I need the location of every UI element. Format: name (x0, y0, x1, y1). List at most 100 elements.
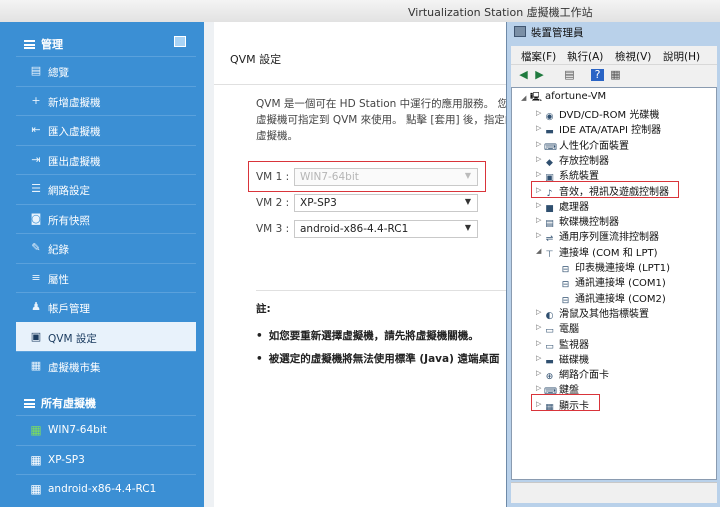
sidebar-section-vms[interactable]: 所有虛擬機 (10, 387, 196, 415)
import-icon: ⇤ (31, 123, 41, 136)
menu-help[interactable]: 說明(H) (663, 49, 700, 64)
tree-node-label: 通用序列匯流排控制器 (559, 232, 659, 244)
sidebar-section-manage[interactable]: 管理 (10, 28, 196, 56)
sidebar-item[interactable]: + 新增虛擬機 (16, 85, 196, 115)
description: QVM 是一個可在 HD Station 中運行的應用服務。 您 虛擬機可指定到… (256, 96, 506, 144)
menu-action[interactable]: 執行(A) (567, 49, 603, 64)
note-item: 被選定的虛擬機將無法使用標準 (Java) 遠端桌面 (256, 351, 506, 366)
tree-node[interactable]: ▬ IDE ATA/ATAPI 控制器 (544, 121, 661, 137)
sidebar-item[interactable]: ⇤ 匯入虛擬機 (16, 115, 196, 144)
sidebar-vm-item[interactable]: ▦ WIN7-64bit (16, 415, 196, 444)
sidebar-item[interactable]: ▤ 總覽 (16, 56, 196, 85)
tree-node[interactable]: ▤ 軟碟機控制器 (544, 213, 619, 229)
device-tree: ◢ 🖳 afortune-VM ▷ ◉ DVD/CD-ROM 光碟機 ▷ ▬ IDE ATA… (511, 87, 717, 480)
expand-arrow-icon[interactable]: ▷ (536, 323, 541, 331)
toolbar: ◀ ▶ ▤ ? ▦ (511, 64, 717, 87)
collapse-arrow-icon[interactable]: ◢ (536, 247, 541, 255)
tree-node-label: 滑鼠及其他指標裝置 (559, 308, 649, 320)
tree-node-label: 通訊連接埠 (COM2) (575, 293, 666, 305)
tree-node[interactable]: ◉ DVD/CD-ROM 光碟機 (544, 106, 660, 122)
back-icon[interactable]: ◀ (517, 69, 530, 81)
tree-node[interactable]: ⊤ 連接埠 (COM 和 LPT) (544, 244, 658, 260)
tree-node[interactable]: ▭ 監視器 (544, 336, 589, 352)
sidebar-item-label: 虛擬機市集 (48, 362, 101, 374)
tree-node-label: 網路介面卡 (559, 370, 609, 382)
tree-node[interactable]: ⌨ 人性化介面裝置 (544, 137, 629, 153)
tree-node[interactable]: ⊟ 通訊連接埠 (COM2) (560, 290, 666, 306)
expand-arrow-icon[interactable]: ▷ (536, 354, 541, 362)
sidebar-item[interactable]: ▣ QVM 設定 (16, 321, 196, 351)
tree-node[interactable]: ◆ 存放控制器 (544, 152, 609, 168)
collapse-arrow-icon[interactable]: ◢ (521, 94, 526, 102)
vm-select[interactable]: XP-SP3 ▼ (294, 194, 478, 212)
sidebar-item-label: QVM 設定 (48, 332, 97, 345)
tree-node[interactable]: ▭ 電腦 (544, 320, 579, 336)
menu-view[interactable]: 檢視(V) (615, 49, 651, 64)
qvm-icon: ▣ (30, 329, 42, 343)
expand-arrow-icon[interactable]: ▷ (536, 308, 541, 316)
overview-icon: ▤ (30, 64, 42, 77)
page-title: QVM 設定 (230, 53, 282, 66)
tree-node-label: 監視器 (559, 339, 589, 351)
market-icon: ▦ (30, 359, 42, 372)
note-item: 如您要重新選擇虛擬機，請先將虛擬機關機。 (256, 328, 506, 343)
qvm-settings-panel: QVM 設定 QVM 是一個可在 HD Station 中運行的應用服務。 您 … (214, 22, 506, 507)
sidebar-item[interactable]: ♟ 帳戶管理 (16, 292, 196, 321)
tree-node-label: 通訊連接埠 (COM1) (575, 278, 666, 290)
expand-arrow-icon[interactable]: ▷ (536, 369, 541, 377)
description-line: QVM 是一個可在 HD Station 中運行的應用服務。 您 (256, 98, 506, 110)
expand-arrow-icon[interactable]: ▷ (536, 384, 541, 392)
tree-root-label: afortune-VM (545, 91, 607, 102)
sidebar-item[interactable]: ◙ 所有快照 (16, 203, 196, 233)
port-icon: ⊤ (545, 249, 554, 260)
vm-row: VM 2 : XP-SP3 ▼ (256, 194, 496, 214)
users-icon: ♟ (31, 300, 41, 313)
sidebar-item[interactable]: ▦ 虛擬機市集 (16, 351, 196, 380)
window-title-bar: Virtualization Station 虛擬機工作站 (0, 0, 720, 23)
properties-view-icon[interactable]: ▤ (563, 69, 576, 81)
tree-root[interactable]: 🖳 afortune-VM (530, 91, 606, 106)
sidebar-section-vms-label: 所有虛擬機 (41, 397, 96, 410)
sidebar-item-label: 匯入虛擬機 (48, 126, 101, 138)
help-icon[interactable]: ? (591, 69, 604, 81)
panel-divider (204, 22, 214, 507)
expand-arrow-icon[interactable]: ▷ (536, 339, 541, 347)
tree-node[interactable]: ◐ 滑鼠及其他指標裝置 (544, 305, 649, 321)
expand-arrow-icon[interactable]: ▷ (536, 201, 541, 209)
tree-node[interactable]: ⊟ 印表機連接埠 (LPT1) (560, 259, 671, 275)
plus-icon: + (31, 93, 41, 107)
sidebar-item[interactable]: ✎ 紀錄 (16, 233, 196, 262)
sidebar-vm-label: android-x86-4.4-RC1 (48, 483, 157, 495)
expand-arrow-icon[interactable]: ▷ (536, 170, 541, 178)
expand-arrow-icon[interactable]: ▷ (536, 155, 541, 163)
sidebar-vm-item[interactable]: ▦ android-x86-4.4-RC1 (16, 474, 196, 503)
note-title: 註: (256, 303, 271, 315)
panel-toggle-icon[interactable] (174, 36, 186, 47)
expand-arrow-icon[interactable]: ▷ (536, 140, 541, 148)
sidebar-item[interactable]: ≡ 屬性 (16, 262, 196, 292)
sidebar-item[interactable]: ⇥ 匯出虛擬機 (16, 144, 196, 174)
expand-arrow-icon[interactable]: ▷ (536, 124, 541, 132)
sidebar-item-label: 紀錄 (48, 244, 69, 256)
sidebar-item-label: 總覽 (48, 67, 69, 79)
sidebar-item-label: 帳戶管理 (48, 303, 90, 315)
tree-node-label: 印表機連接埠 (LPT1) (575, 263, 671, 274)
device-view-icon[interactable]: ▦ (609, 69, 622, 81)
tree-node[interactable]: ■ 處理器 (544, 198, 589, 214)
tree-node[interactable]: ⊟ 通訊連接埠 (COM1) (560, 274, 666, 290)
device-manager-title-bar[interactable]: 裝置管理員 (507, 25, 720, 43)
tree-node[interactable]: ▬ 磁碟機 (544, 351, 589, 367)
sidebar: 管理 ▤ 總覽 + 新增虛擬機 ⇤ 匯入虛擬機 ⇥ 匯出虛擬機 ☰ 網路設定 ◙ 所有快照 ✎ 紀錄 ≡ 屬性… (0, 22, 204, 507)
sidebar-vm-item[interactable]: ▦ XP-SP3 (16, 444, 196, 474)
sidebar-item[interactable]: ☰ 網路設定 (16, 174, 196, 203)
menu-file[interactable]: 檔案(F) (521, 49, 556, 64)
expand-arrow-icon[interactable]: ▷ (536, 216, 541, 224)
forward-icon[interactable]: ▶ (533, 69, 546, 81)
sidebar-item-label: 所有快照 (48, 214, 90, 227)
vm-select[interactable]: android-x86-4.4-RC1 ▼ (294, 220, 478, 238)
expand-arrow-icon[interactable]: ▷ (536, 109, 541, 117)
expand-arrow-icon[interactable]: ▷ (536, 231, 541, 239)
tree-node[interactable]: ▣ 系統裝置 (544, 167, 599, 183)
tree-node[interactable]: ⇌ 通用序列匯流排控制器 (544, 228, 659, 244)
tree-node[interactable]: ⊕ 網路介面卡 (544, 366, 609, 382)
